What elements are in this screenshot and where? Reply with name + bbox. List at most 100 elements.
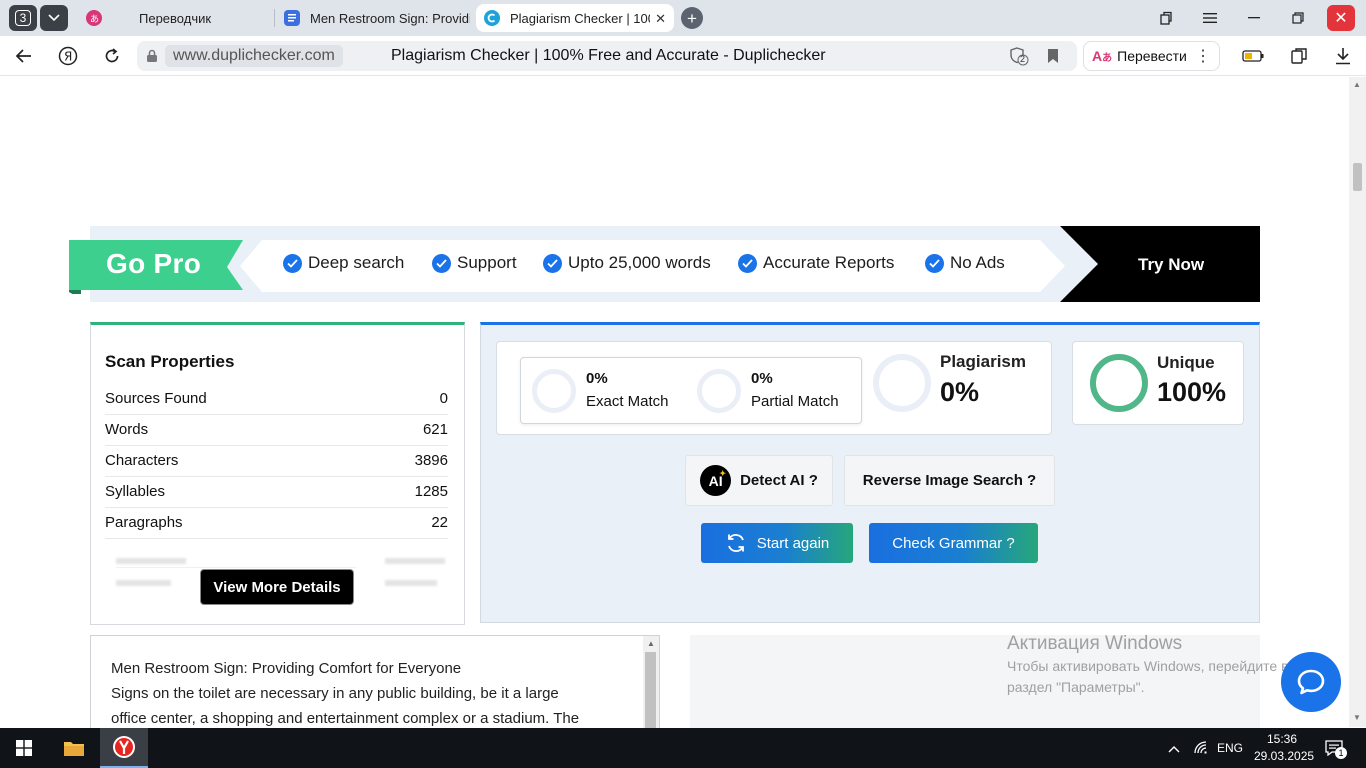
- extensions-icon[interactable]: [1287, 44, 1311, 68]
- tab-duplichecker[interactable]: Plagiarism Checker | 100% Free ✕: [476, 4, 674, 32]
- scroll-down-arrow-icon[interactable]: ▼: [1353, 713, 1361, 722]
- prop-label: Syllables: [105, 483, 166, 500]
- prop-value: 0: [439, 390, 448, 407]
- tab-title: Men Restroom Sign: Providing: [310, 10, 470, 26]
- reverse-image-search-button[interactable]: Reverse Image Search ?: [844, 455, 1055, 506]
- prop-label: Characters: [105, 452, 179, 469]
- clock-date[interactable]: 29.03.2025: [1254, 749, 1314, 763]
- view-more-details-button[interactable]: View More Details: [200, 569, 354, 605]
- windows-taskbar: ENG 15:36 29.03.2025 1: [0, 728, 1366, 768]
- feature-no-ads: No Ads: [925, 253, 1005, 273]
- new-tab-button[interactable]: +: [681, 7, 703, 29]
- tab-restroom-doc[interactable]: Men Restroom Sign: Providing: [284, 4, 470, 32]
- prop-label: Words: [105, 421, 149, 438]
- text-scrollbar-thumb[interactable]: [645, 652, 656, 728]
- windows-activation-title: Активация Windows: [1007, 633, 1183, 654]
- yandex-browser-button[interactable]: [100, 728, 148, 768]
- windows-activation-text: Чтобы активировать Windows, перейдите в …: [1007, 656, 1327, 698]
- go-pro-label: Go Pro: [106, 248, 202, 279]
- tab-count-button[interactable]: 3: [9, 5, 37, 31]
- feature-label: Support: [457, 253, 517, 272]
- menu-icon[interactable]: [1190, 0, 1230, 36]
- scrollbar-thumb[interactable]: [1353, 163, 1362, 191]
- prop-row-characters: Characters 3896: [105, 446, 448, 477]
- feature-word-limit: Upto 25,000 words: [543, 253, 711, 273]
- start-again-button[interactable]: Start again: [701, 523, 853, 563]
- page-scrollbar[interactable]: ▲ ▼: [1349, 77, 1366, 727]
- activation-line: Чтобы активировать Windows, перейдите в: [1007, 658, 1289, 674]
- partial-match-ring: [697, 369, 741, 413]
- prop-label: Paragraphs: [105, 514, 183, 531]
- feature-deep-search: Deep search: [283, 253, 404, 273]
- chat-button[interactable]: [1281, 652, 1341, 712]
- prop-value: 1285: [414, 483, 448, 500]
- text-scrollbar[interactable]: ▲: [643, 636, 659, 728]
- scroll-up-arrow-icon[interactable]: ▲: [647, 639, 655, 648]
- tab-title: Plagiarism Checker | 100% Free: [510, 10, 650, 26]
- tab-bar: 3 あ Переводчик Men Restroom Sign: Provid…: [0, 0, 1366, 36]
- input-language[interactable]: ENG: [1217, 741, 1243, 755]
- tray-chevron-up-icon[interactable]: [1168, 740, 1180, 758]
- collections-icon[interactable]: [1146, 0, 1186, 36]
- prop-value: 22: [431, 514, 448, 531]
- translate-button[interactable]: Aあ Перевести ⋮: [1083, 41, 1220, 71]
- scroll-up-arrow-icon[interactable]: ▲: [1353, 80, 1361, 89]
- reload-icon: [105, 48, 119, 63]
- tab-count: 3: [14, 10, 32, 26]
- windows-logo-icon: [16, 740, 32, 756]
- bookmark-icon[interactable]: [1047, 48, 1059, 69]
- text-line: office center, a shopping and entertainm…: [111, 710, 580, 727]
- check-circle-icon: [432, 253, 451, 273]
- tab-translator[interactable]: あ Переводчик: [86, 4, 272, 32]
- exact-match-ring: [532, 369, 576, 413]
- notifications-icon[interactable]: 1: [1325, 740, 1347, 761]
- plagiarism-ring: [873, 354, 931, 412]
- url-field[interactable]: www.duplichecker.com Plagiarism Checker …: [137, 41, 1077, 71]
- url-domain[interactable]: www.duplichecker.com: [165, 45, 343, 67]
- reload-button[interactable]: [100, 44, 124, 68]
- feature-support: Support: [432, 253, 517, 273]
- close-window-button[interactable]: ✕: [1327, 5, 1355, 31]
- translator-icon: あ: [86, 10, 102, 26]
- prop-label: Sources Found: [105, 390, 207, 407]
- back-button[interactable]: [12, 44, 36, 68]
- unique-value: 100%: [1157, 377, 1227, 407]
- more-options-icon[interactable]: ⋮: [1195, 46, 1211, 66]
- feature-label: Accurate Reports: [763, 253, 895, 272]
- duplichecker-favicon: [484, 10, 500, 26]
- arrow-left-icon: [16, 49, 31, 63]
- network-icon[interactable]: [1193, 740, 1209, 759]
- close-icon[interactable]: ✕: [655, 11, 666, 27]
- feature-label: Upto 25,000 words: [568, 253, 711, 272]
- yandex-browser-icon: [113, 736, 135, 758]
- unique-label: Unique: [1157, 353, 1215, 372]
- check-circle-icon: [925, 253, 944, 273]
- partial-match-percent: 0%: [751, 370, 773, 387]
- svg-text:あ: あ: [90, 14, 99, 23]
- refresh-icon: [727, 534, 744, 552]
- tab-list-button[interactable]: [40, 5, 68, 31]
- minimize-button[interactable]: [1234, 0, 1274, 36]
- download-icon[interactable]: [1331, 44, 1355, 68]
- restore-button[interactable]: [1278, 0, 1318, 36]
- blurred-teaser: [385, 580, 437, 586]
- file-explorer-button[interactable]: [50, 728, 98, 768]
- protect-shield-icon[interactable]: 2: [1009, 46, 1029, 71]
- translate-label: Перевести: [1117, 48, 1187, 64]
- detect-ai-button[interactable]: AI ✦ Detect AI ?: [685, 455, 833, 506]
- text-line: Men Restroom Sign: Providing Comfort for…: [111, 660, 462, 677]
- prop-row-sources: Sources Found 0: [105, 384, 448, 415]
- tab-title: Переводчик: [139, 10, 212, 26]
- check-grammar-button[interactable]: Check Grammar ?: [869, 523, 1038, 563]
- scan-properties-title: Scan Properties: [105, 352, 235, 371]
- battery-icon[interactable]: [1241, 44, 1265, 68]
- try-now-label[interactable]: Try Now: [1138, 255, 1204, 275]
- start-button[interactable]: [0, 728, 48, 768]
- yandex-button[interactable]: Я: [56, 44, 80, 68]
- lock-icon[interactable]: [146, 49, 158, 63]
- feature-label: Deep search: [308, 253, 405, 272]
- text-input-area[interactable]: Men Restroom Sign: Providing Comfort for…: [90, 635, 660, 735]
- chat-bubble-icon: [1297, 669, 1325, 695]
- page-title: Plagiarism Checker | 100% Free and Accur…: [391, 47, 826, 64]
- clock-time[interactable]: 15:36: [1267, 732, 1297, 746]
